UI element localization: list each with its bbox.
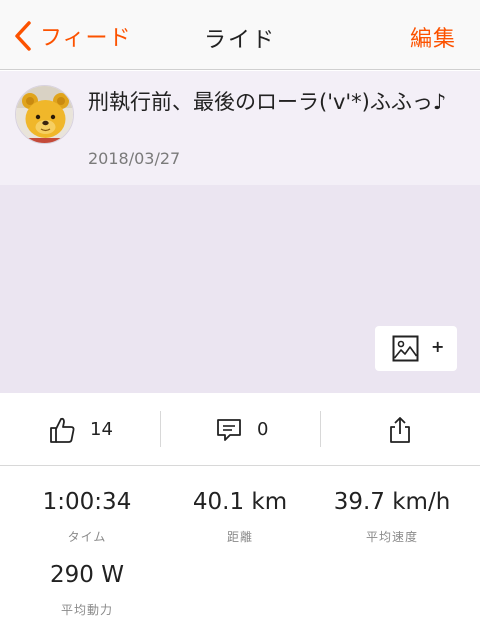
comment-icon [217,418,241,441]
activity-date: 2018/03/27 [88,149,181,168]
stat-value: 290 W [50,562,124,588]
photo-area: + [0,185,480,393]
stat-label: 平均動力 [60,603,113,617]
kudos-button[interactable]: 14 [48,393,113,466]
share-icon [390,416,410,443]
action-divider [320,411,321,447]
activity-title: 刑執行前、最後のローラ('v'*)ふふっ♪ [88,90,447,114]
share-button[interactable] [386,393,414,466]
activity-header: 刑執行前、最後のローラ('v'*)ふふっ♪ 2018/03/27 [0,71,480,185]
edit-button[interactable]: 編集 [410,21,456,53]
stat-value: 39.7 km/h [333,489,451,515]
stat-distance: 40.1 km 距離 [160,489,320,545]
stats-panel: 1:00:34 タイム 40.1 km 距離 39.7 km/h 平均速度 29… [0,467,480,634]
action-bar: 14 0 [0,393,480,466]
add-photo-plus: + [431,337,445,356]
stat-label: タイム [67,530,107,544]
page-title: ライド [203,28,276,53]
bear-plush-avatar-image [16,86,73,143]
kudos-count: 14 [90,419,113,440]
image-icon [392,335,419,362]
stat-value: 40.1 km [192,489,288,515]
stat-value: 1:00:34 [42,489,132,515]
avatar[interactable] [15,85,74,144]
thumbs-up-icon [50,417,75,443]
stat-moving-time: 1:00:34 タイム [7,489,167,545]
stat-average-power: 290 W 平均動力 [7,562,167,618]
stat-average-speed: 39.7 km/h 平均速度 [312,489,472,545]
add-photo-button[interactable]: + [375,326,457,371]
nav-bar: フィード ライド 編集 [0,0,480,70]
action-divider [160,411,161,447]
comment-button[interactable]: 0 [215,393,268,466]
stat-label: 平均速度 [365,530,418,544]
comments-count: 0 [257,419,269,440]
stat-label: 距離 [226,530,253,544]
